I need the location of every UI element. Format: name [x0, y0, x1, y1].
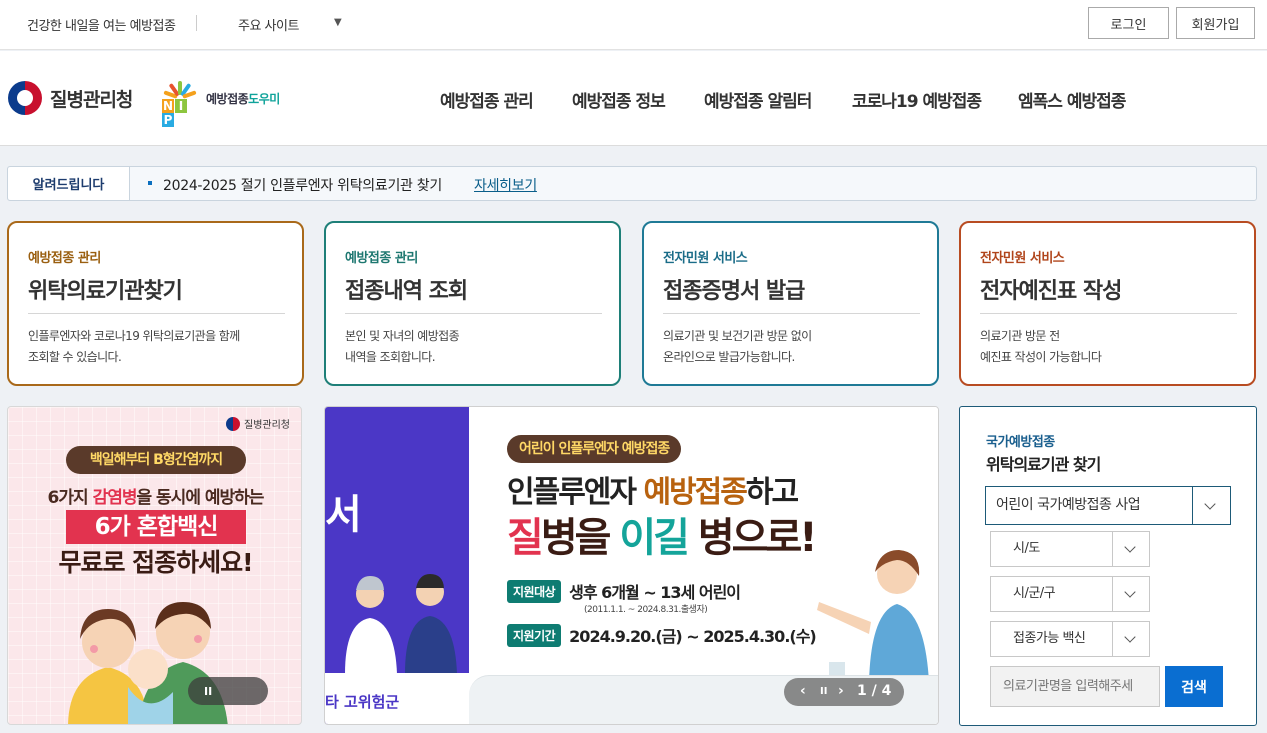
previous-slide-peek: 서 타 고위험군 — [325, 407, 469, 724]
support-target-detail: (2011.1.1. ~ 2024.8.31.출생자) — [584, 605, 708, 615]
major-sites-dropdown[interactable]: 주요 사이트 — [238, 15, 299, 34]
card-title: 전자예진표 작성 — [980, 279, 1122, 304]
nav-covid19-vaccination[interactable]: 코로나19 예방접종 — [852, 87, 982, 112]
card-title: 접종증명서 발급 — [663, 279, 805, 304]
nip-name: 예방접종도우미 — [206, 91, 280, 106]
support-period-tag: 지원기간 — [507, 623, 562, 647]
search-button[interactable]: 검색 — [1165, 666, 1223, 707]
support-period-value: 2024.9.20.(금) ~ 2025.4.30.(수) — [569, 627, 817, 646]
card-description: 의료기관 및 보건기관 방문 없이 온라인으로 발급가능합니다. — [663, 329, 812, 364]
nip-letter: N — [162, 99, 174, 113]
pause-icon[interactable]: II — [820, 686, 827, 697]
card-vaccination-history[interactable]: 예방접종 관리 접종내역 조회 본인 및 자녀의 예방접종 내역을 조회합니다. — [324, 221, 621, 386]
card-find-clinic[interactable]: 예방접종 관리 위탁의료기관찾기 인플루엔자와 코로나19 위탁의료기관을 함께… — [7, 221, 304, 386]
search-title: 위탁의료기관 찾기 — [986, 455, 1101, 474]
login-button[interactable]: 로그인 — [1088, 7, 1169, 39]
chevron-down-icon — [1112, 622, 1149, 656]
child-flu-vaccine-banner[interactable]: 서 타 고위험군 어린이 인플루엔자 예방접종 인플루엔자 예방접종하고 질병을… — [324, 406, 939, 725]
divider — [663, 313, 920, 314]
signup-button[interactable]: 회원가입 — [1176, 7, 1255, 39]
card-category: 예방접종 관리 — [28, 251, 101, 266]
nav-vaccination-notice[interactable]: 예방접종 알림터 — [704, 87, 812, 112]
banner-highlight: 6가 혼합백신 — [66, 510, 246, 544]
notice-more-link[interactable]: 자세히보기 — [474, 175, 537, 195]
agency-name: 질병관리청 — [50, 88, 133, 111]
nav-vaccination-management[interactable]: 예방접종 관리 — [440, 87, 534, 112]
site-header: 질병관리청 N IP 예방접종도우미 예방접종 관리 예방접종 정보 예방접종 알… — [0, 51, 1267, 146]
card-electronic-questionnaire[interactable]: 전자민원 서비스 전자예진표 작성 의료기관 방문 전 예진표 작성이 가능합니다 — [959, 221, 1256, 386]
girl-pointing-illustration-icon — [817, 550, 929, 682]
utility-bar: 건강한 내일을 여는 예방접종 주요 사이트 ▼ 로그인 회원가입 — [0, 0, 1267, 50]
divider — [980, 313, 1237, 314]
card-description: 의료기관 방문 전 예진표 작성이 가능합니다 — [980, 329, 1102, 364]
divider — [28, 313, 285, 314]
chevron-down-icon — [1112, 532, 1149, 566]
chevron-left-icon[interactable]: ‹ — [800, 683, 806, 699]
chevron-down-icon — [1192, 487, 1230, 524]
clinic-search-panel: 국가예방접종 위탁의료기관 찾기 어린이 국가예방접종 사업 시/도 시/군/구… — [959, 406, 1257, 726]
card-title: 위탁의료기관찾기 — [28, 279, 183, 304]
kdca-mini-logo: 질병관리청 — [226, 416, 290, 431]
nav-mpox-vaccination[interactable]: 엠폭스 예방접종 — [1018, 87, 1126, 112]
support-period-row: 지원기간 2024.9.20.(금) ~ 2025.4.30.(수) — [507, 623, 817, 647]
taegeuk-emblem-icon — [226, 416, 240, 431]
card-certificate-issue[interactable]: 전자민원 서비스 접종증명서 발급 의료기관 및 보건기관 방문 없이 온라인으로… — [642, 221, 939, 386]
slide-peek-caption: 타 고위험군 — [325, 693, 400, 711]
banner-callout: 무료로 접종하세요! — [58, 548, 253, 577]
slide-peek-text: 서 — [325, 492, 362, 538]
card-category: 전자민원 서비스 — [663, 251, 748, 266]
notice-bar: 알려드립니다 2024-2025 절기 인플루엔자 위탁의료기관 찾기 자세히보… — [7, 166, 1257, 201]
card-title: 접종내역 조회 — [345, 279, 468, 304]
support-target-row: 지원대상 생후 6개월 ~ 13세 어린이 — [507, 579, 741, 603]
card-description: 본인 및 자녀의 예방접종 내역을 조회합니다. — [345, 329, 460, 364]
card-category: 예방접종 관리 — [345, 251, 418, 266]
nip-letter: P — [162, 113, 174, 127]
slide-slogan: 질병을 이길 병으로! — [507, 515, 818, 561]
program-select[interactable]: 어린이 국가예방접종 사업 — [985, 486, 1231, 525]
slide-badge: 어린이 인플루엔자 예방접종 — [507, 435, 682, 463]
card-category: 전자민원 서비스 — [980, 251, 1065, 266]
elderly-illustration-icon — [345, 574, 457, 674]
nav-vaccination-info[interactable]: 예방접종 정보 — [572, 87, 666, 112]
sigungu-select[interactable]: 시/군/구 — [990, 576, 1150, 612]
taegeuk-emblem-icon — [8, 81, 42, 115]
hexavalent-vaccine-banner[interactable]: 질병관리청 백일해부터 B형간염까지 6가지 감염병을 동시에 예방하는 6가 … — [7, 406, 302, 725]
vaccine-select[interactable]: 접종가능 백신 — [990, 621, 1150, 657]
bullet-icon — [148, 181, 152, 185]
divider — [345, 313, 602, 314]
nip-letter: I — [175, 99, 187, 113]
banner-headline: 6가지 감염병을 동시에 예방하는 — [47, 488, 265, 508]
notice-label: 알려드립니다 — [8, 167, 130, 200]
clinic-name-input[interactable] — [990, 666, 1160, 707]
nip-sun-icon: N IP — [160, 81, 200, 127]
carousel-controls: ‹ II › 1 / 4 — [784, 678, 904, 706]
sido-select[interactable]: 시/도 — [990, 531, 1150, 567]
chevron-down-icon — [1112, 577, 1149, 611]
search-subtitle: 국가예방접종 — [986, 435, 1055, 450]
chevron-down-icon[interactable]: ▼ — [334, 17, 342, 28]
nip-logo[interactable]: N IP 예방접종도우미 — [160, 81, 280, 127]
banner-pause-button[interactable]: II — [188, 677, 268, 705]
support-target-value: 생후 6개월 ~ 13세 어린이 — [569, 583, 741, 602]
notice-text[interactable]: 2024-2025 절기 인플루엔자 위탁의료기관 찾기 — [163, 175, 442, 195]
carousel-page-indicator: 1 / 4 — [857, 683, 892, 699]
chevron-right-icon[interactable]: › — [838, 683, 844, 699]
banner-ribbon: 백일해부터 B형간염까지 — [66, 446, 246, 474]
kdca-logo[interactable]: 질병관리청 — [8, 81, 133, 115]
support-target-tag: 지원대상 — [507, 579, 562, 603]
card-description: 인플루엔자와 코로나19 위탁의료기관을 함께 조회할 수 있습니다. — [28, 329, 240, 364]
divider — [196, 15, 197, 31]
site-slogan: 건강한 내일을 여는 예방접종 — [27, 19, 176, 34]
